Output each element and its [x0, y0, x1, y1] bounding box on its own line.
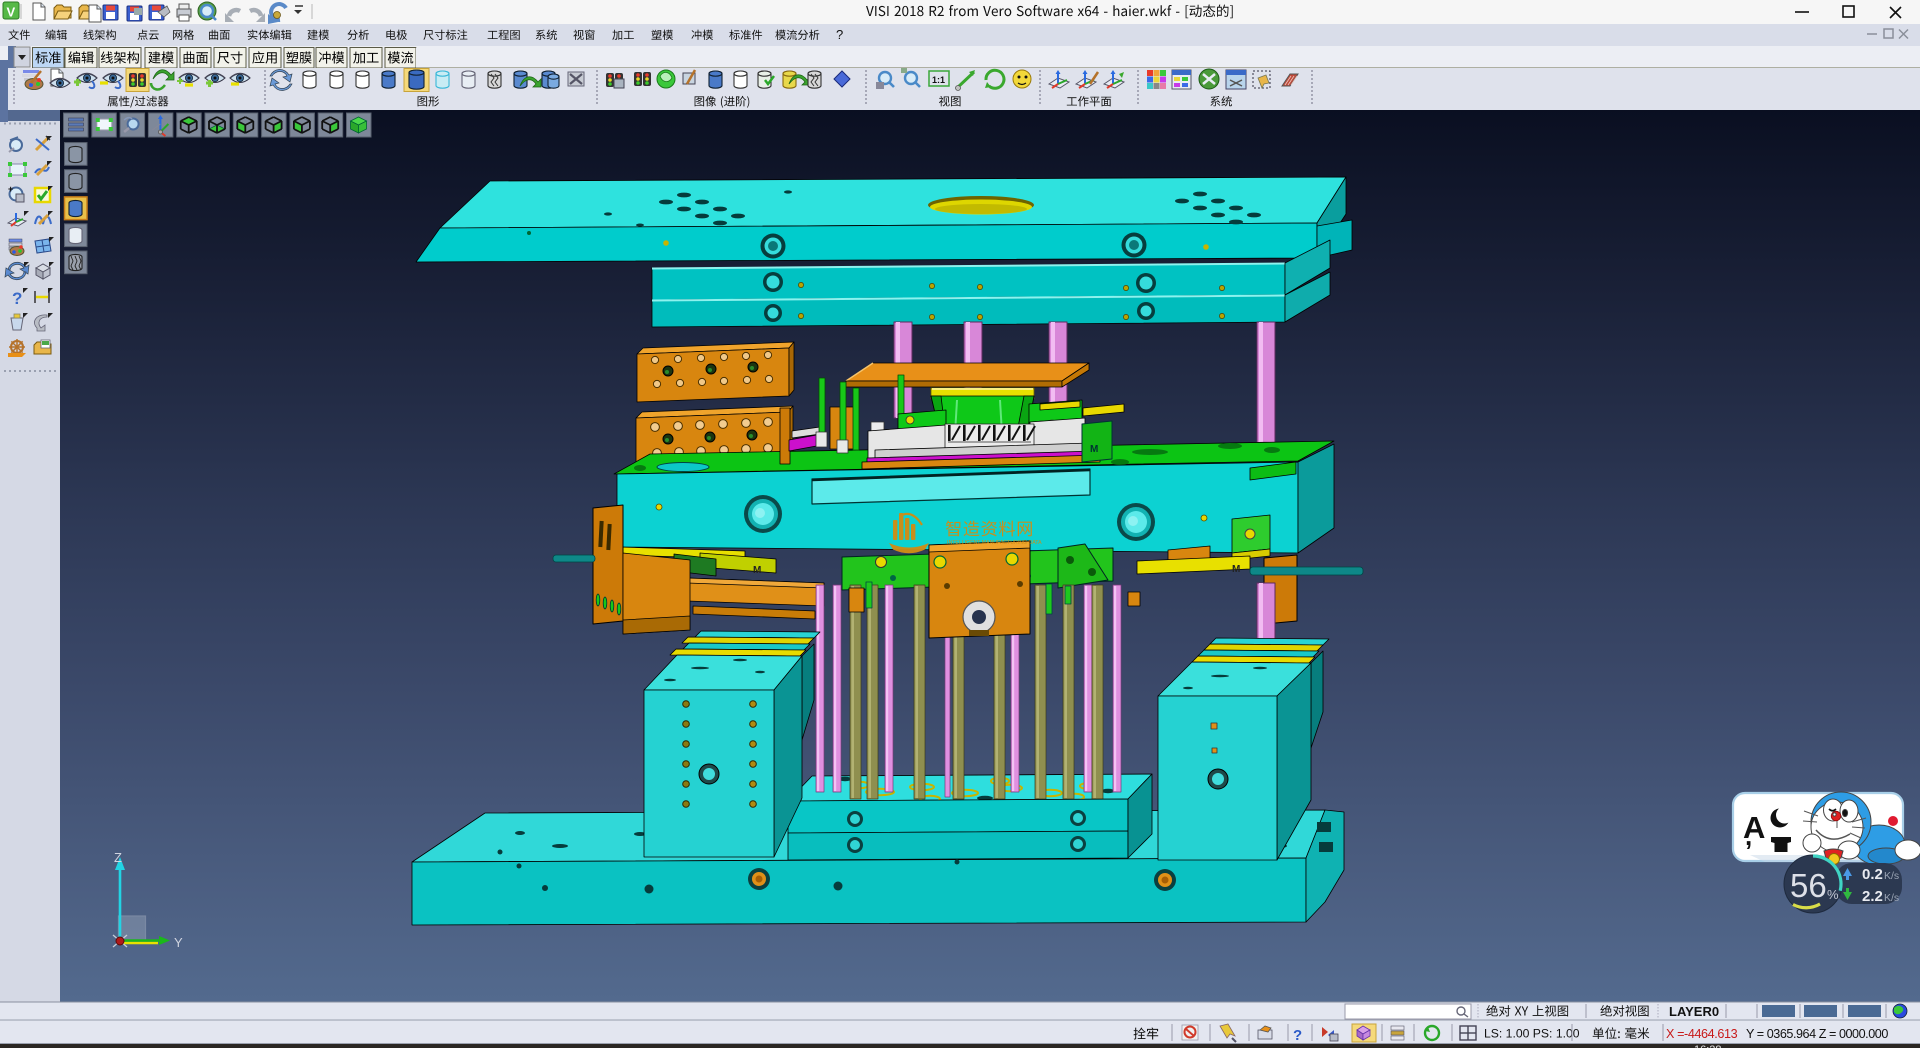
svg-text:?: ? — [12, 289, 22, 308]
svg-text:M: M — [753, 565, 761, 576]
svg-text:?: ? — [836, 27, 843, 42]
svg-text:K/s: K/s — [1884, 892, 1899, 904]
svg-text:Z: Z — [114, 850, 122, 865]
svg-text:INTELLIGENT MANUFACTURING DATA: INTELLIGENT MANUFACTURING DATA — [947, 540, 1042, 546]
svg-text:K/s: K/s — [1884, 870, 1899, 882]
svg-text:Y: Y — [174, 935, 183, 950]
svg-text:1:1: 1:1 — [932, 75, 945, 85]
svg-text:0.2: 0.2 — [1862, 866, 1883, 883]
svg-text:X =-4464.613: X =-4464.613 — [1666, 1027, 1738, 1041]
svg-text:%: % — [1827, 887, 1839, 902]
svg-text:,: , — [1745, 821, 1752, 851]
svg-text:?: ? — [1293, 1027, 1302, 1044]
svg-text:M: M — [1090, 444, 1098, 455]
svg-text:56: 56 — [1790, 867, 1827, 904]
svg-text:+: + — [8, 184, 13, 194]
svg-text:LS: 1.00 PS: 1.00: LS: 1.00 PS: 1.00 — [1484, 1027, 1580, 1041]
svg-text:16:28: 16:28 — [1694, 1044, 1722, 1048]
svg-text:M: M — [1232, 564, 1240, 575]
svg-text:Y = 0365.964 Z = 0000.000: Y = 0365.964 Z = 0000.000 — [1746, 1027, 1888, 1041]
svg-text:LAYER0: LAYER0 — [1669, 1004, 1719, 1019]
svg-text:V: V — [7, 5, 16, 20]
svg-text:2.2: 2.2 — [1862, 888, 1883, 905]
